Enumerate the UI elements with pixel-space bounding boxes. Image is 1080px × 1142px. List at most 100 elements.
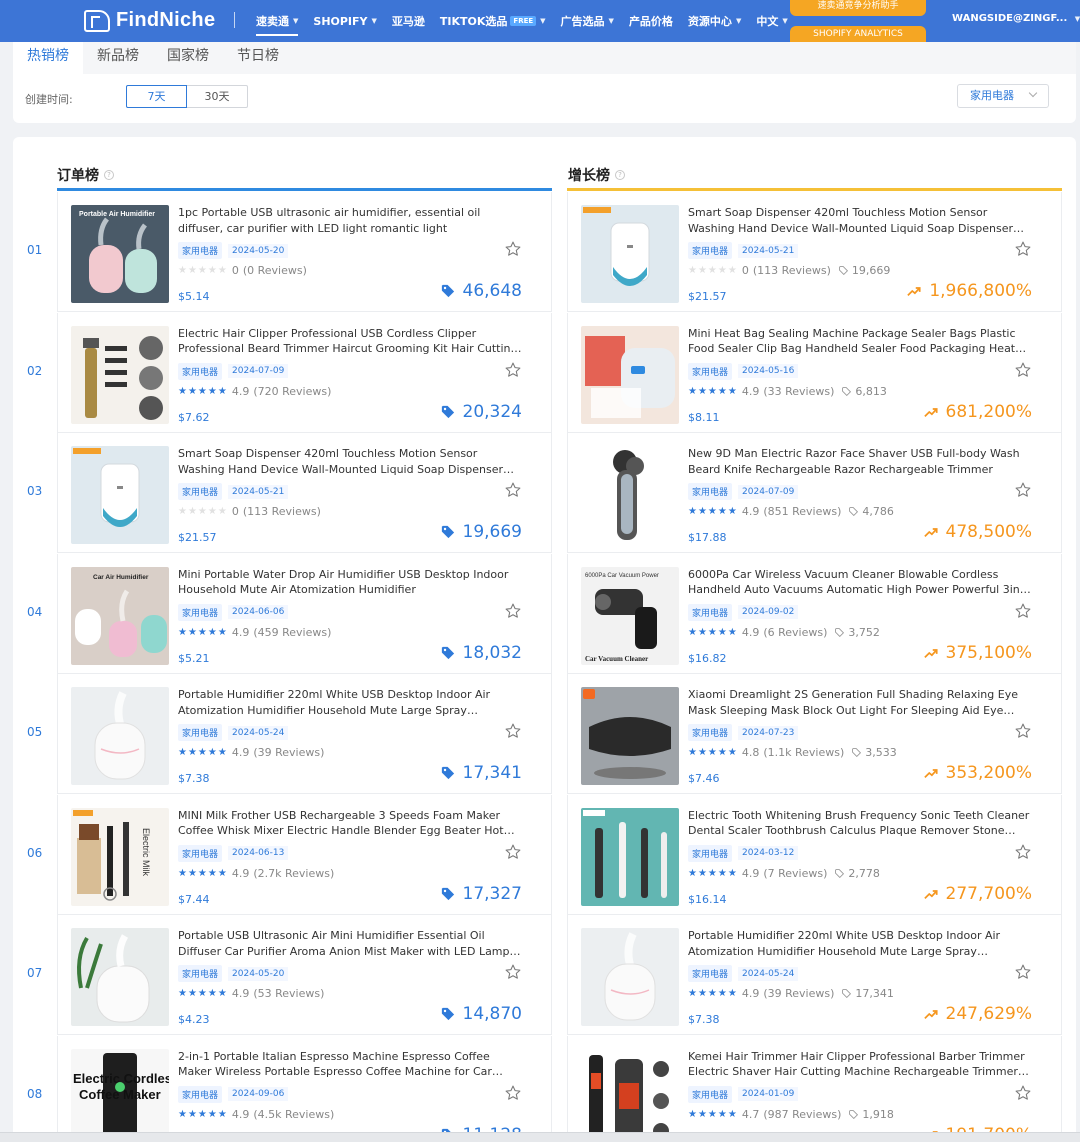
favorite-star-icon[interactable] (504, 481, 522, 499)
product-card[interactable]: Portable Air Humidifier 1pc Portable USB … (57, 192, 552, 312)
product-card[interactable]: Electric Cordless Coffee Maker 2-in-1 Port… (57, 1035, 552, 1142)
rating-value: 4.9 (741, 866, 760, 880)
product-thumbnail[interactable] (581, 687, 679, 785)
account-menu[interactable]: WANGSIDE@ZINGF... ▼ (952, 13, 1080, 24)
favorite-star-icon[interactable] (1014, 481, 1032, 499)
product-title[interactable]: Xiaomi Dreamlight 2S Generation Full Sha… (688, 687, 1033, 718)
product-thumbnail[interactable] (71, 687, 169, 785)
product-title[interactable]: Portable Humidifier 220ml White USB Desk… (688, 928, 1033, 959)
product-card[interactable]: Portable Humidifier 220ml White USB Desk… (57, 674, 552, 794)
product-card[interactable]: Portable Humidifier 220ml White USB Desk… (567, 915, 1062, 1035)
favorite-star-icon[interactable] (1014, 602, 1032, 620)
nav-item-3[interactable]: TIKTOK选品 FREE ▼ (440, 0, 546, 42)
rating-stars-icon: ★★★★★ (688, 506, 738, 517)
product-thumbnail[interactable] (71, 446, 169, 544)
favorite-star-icon[interactable] (504, 963, 522, 981)
product-title[interactable]: Smart Soap Dispenser 420ml Touchless Mot… (688, 205, 1033, 236)
promo-button-bottom[interactable]: SHOPIFY ANALYTICS (790, 26, 926, 42)
favorite-star-icon[interactable] (1014, 1084, 1032, 1102)
product-title[interactable]: MINI Milk Frother USB Rechargeable 3 Spe… (178, 808, 523, 839)
product-title[interactable]: Portable Humidifier 220ml White USB Desk… (178, 687, 523, 718)
product-meta: 家用电器 2024-09-02 (688, 603, 799, 621)
brand-logo[interactable]: FindNiche (84, 9, 215, 32)
product-title[interactable]: 6000Pa Car Wireless Vacuum Cleaner Blowa… (688, 567, 1033, 598)
product-thumbnail[interactable] (71, 325, 169, 424)
favorite-star-icon[interactable] (504, 843, 522, 861)
product-card[interactable]: 6000Pa Car Vacuum Power Car Vacuum Cleane… (567, 553, 1062, 674)
product-title[interactable]: Smart Soap Dispenser 420ml Touchless Mot… (178, 446, 523, 477)
product-card[interactable]: New 9D Man Electric Razor Face Shaver US… (567, 433, 1062, 553)
product-thumbnail[interactable] (581, 446, 679, 544)
product-title[interactable]: Mini Heat Bag Sealing Machine Package Se… (688, 326, 1033, 357)
product-thumbnail[interactable] (581, 205, 679, 303)
product-title[interactable]: Mini Portable Water Drop Air Humidifier … (178, 567, 523, 598)
favorite-star-icon[interactable] (1014, 843, 1032, 861)
favorite-star-icon[interactable] (504, 722, 522, 740)
product-card[interactable]: Portable USB Ultrasonic Air Mini Humidif… (57, 915, 552, 1035)
promo-button-top[interactable]: 速卖通竞争分析助手 (790, 0, 926, 16)
product-thumbnail[interactable] (581, 807, 679, 906)
product-card[interactable]: Electric Milk MINI Milk Frother USB Recha… (57, 794, 552, 915)
help-icon[interactable]: ? (104, 170, 114, 180)
tab-2[interactable]: 国家榜 (153, 42, 223, 74)
nav-item-2[interactable]: 亚马逊 (392, 0, 425, 42)
product-card[interactable]: Mini Heat Bag Sealing Machine Package Se… (567, 312, 1062, 433)
product-card[interactable]: Smart Soap Dispenser 420ml Touchless Mot… (567, 192, 1062, 312)
nav-item-4[interactable]: 广告选品 ▼ (561, 0, 614, 42)
product-card[interactable]: Car Air Humidifier Mini Portable Water Dr… (57, 553, 552, 674)
product-thumbnail[interactable] (581, 325, 679, 424)
favorite-star-icon[interactable] (1014, 722, 1032, 740)
category-select[interactable]: 家用电器 (957, 84, 1049, 108)
created-date: 2024-07-23 (738, 725, 799, 740)
tab-3[interactable]: 节日榜 (223, 42, 293, 74)
favorite-star-icon[interactable] (1014, 240, 1032, 258)
product-card[interactable]: Electric Tooth Whitening Brush Frequency… (567, 794, 1062, 915)
favorite-star-icon[interactable] (504, 1084, 522, 1102)
option-7-days[interactable]: 7天 (126, 85, 187, 108)
product-title[interactable]: Electric Tooth Whitening Brush Frequency… (688, 808, 1033, 839)
tag-icon (835, 627, 845, 637)
nav-item-6[interactable]: 资源中心 ▼ (688, 0, 741, 42)
product-card[interactable]: Kemei Hair Trimmer Hair Clipper Professi… (567, 1035, 1062, 1142)
product-thumbnail[interactable]: Portable Air Humidifier (71, 205, 169, 303)
product-title[interactable]: Portable USB Ultrasonic Air Mini Humidif… (178, 928, 523, 959)
product-card[interactable]: Electric Hair Clipper Professional USB C… (57, 312, 552, 433)
nav-item-0[interactable]: 速卖通 ▼ (256, 0, 299, 42)
tab-1[interactable]: 新品榜 (83, 42, 153, 74)
favorite-star-icon[interactable] (1014, 361, 1032, 379)
product-thumbnail[interactable] (581, 928, 679, 1026)
product-thumbnail[interactable] (581, 1048, 679, 1142)
rating-stars-icon: ★★★★★ (688, 867, 738, 879)
product-thumbnail[interactable]: Car Air Humidifier (71, 566, 169, 665)
product-title[interactable]: 1pc Portable USB ultrasonic air humidifi… (178, 205, 523, 236)
tab-0[interactable]: 热销榜 (13, 42, 83, 74)
tag-icon (842, 989, 852, 998)
product-title[interactable]: 2-in-1 Portable Italian Espresso Machine… (178, 1049, 523, 1080)
tag-icon (849, 1109, 859, 1119)
nav-item-1[interactable]: SHOPIFY ▼ (313, 0, 377, 42)
favorite-star-icon[interactable] (504, 361, 522, 379)
favorite-star-icon[interactable] (1014, 963, 1032, 981)
order-total: 46,648 (441, 281, 522, 301)
product-card[interactable]: Smart Soap Dispenser 420ml Touchless Mot… (57, 433, 552, 553)
product-title[interactable]: Electric Hair Clipper Professional USB C… (178, 326, 523, 357)
product-thumbnail[interactable]: Electric Milk (71, 807, 169, 906)
nav-item-7[interactable]: 中文 ▼ (756, 0, 787, 42)
favorite-star-icon[interactable] (504, 602, 522, 620)
nav-item-5[interactable]: 产品价格 (629, 0, 673, 42)
rating-value: 4.9 (231, 746, 250, 759)
product-card[interactable]: Xiaomi Dreamlight 2S Generation Full Sha… (567, 674, 1062, 794)
product-title[interactable]: New 9D Man Electric Razor Face Shaver US… (688, 446, 1033, 477)
product-meta: 家用电器 2024-06-06 (178, 603, 289, 621)
product-title[interactable]: Kemei Hair Trimmer Hair Clipper Professi… (688, 1049, 1033, 1080)
order-total: 18,032 (441, 643, 522, 663)
rating-stars-icon: ★★★★★ (688, 1108, 738, 1120)
rating-stars-icon: ★★★★★ (178, 867, 228, 879)
option-30-days[interactable]: 30天 (187, 85, 248, 108)
rating-row: ★★★★★ 4.9 (720 Reviews) (178, 385, 331, 398)
product-thumbnail[interactable]: 6000Pa Car Vacuum Power Car Vacuum Cleane… (581, 566, 679, 665)
product-thumbnail[interactable] (71, 928, 169, 1026)
favorite-star-icon[interactable] (504, 240, 522, 258)
product-thumbnail[interactable]: Electric Cordless Coffee Maker (71, 1048, 169, 1142)
help-icon[interactable]: ? (615, 170, 625, 180)
